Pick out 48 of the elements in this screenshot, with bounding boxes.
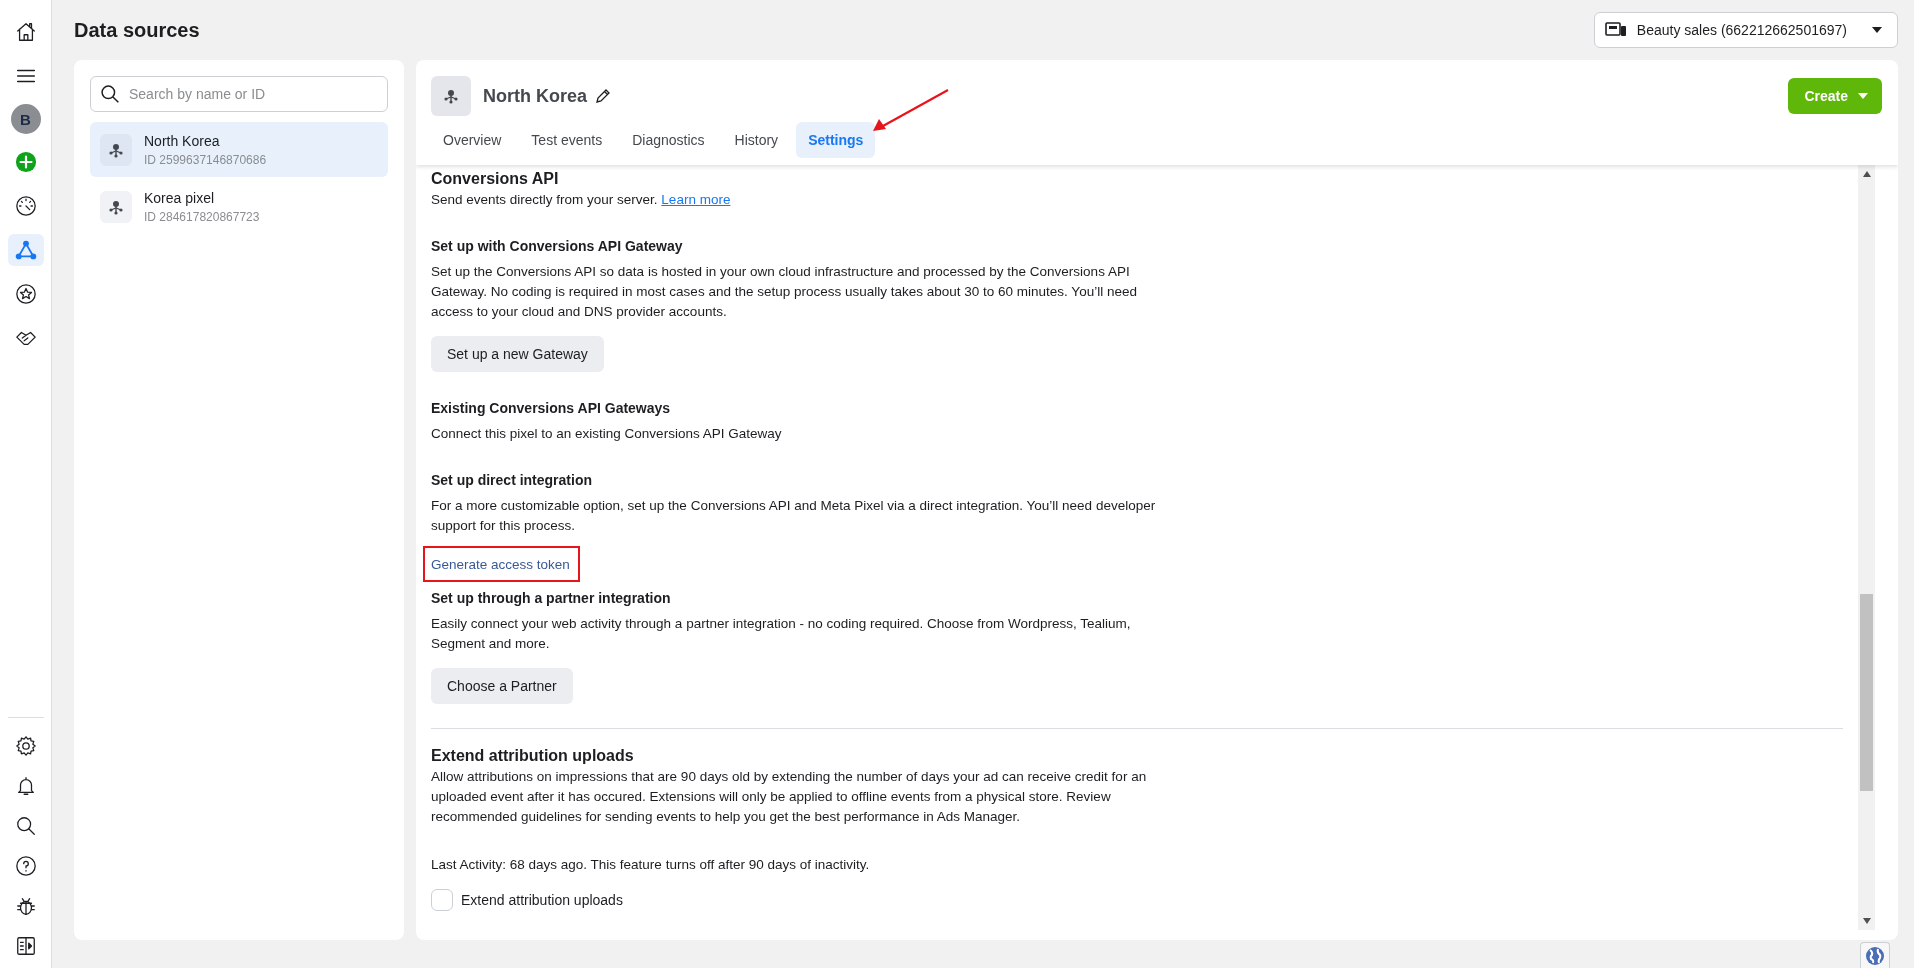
pixel-icon	[100, 190, 132, 223]
scroll-up-icon[interactable]	[1862, 171, 1871, 177]
account-selector[interactable]: Beauty sales (662212662501697)	[1593, 12, 1898, 48]
section-heading: Existing Conversions API Gateways	[431, 400, 672, 416]
source-item[interactable]: Korea pixel ID 284617820867723	[90, 179, 388, 234]
globe-icon[interactable]	[1860, 942, 1890, 968]
action-button[interactable]: Set up a new Gateway	[431, 336, 604, 372]
checkbox[interactable]	[431, 889, 453, 911]
action-button[interactable]: Choose a Partner	[431, 668, 573, 704]
source-name: Korea pixel	[144, 189, 216, 206]
page-title: Data sources	[74, 18, 200, 42]
section-title: Conversions API	[431, 170, 560, 188]
section-text: Allow attributions on impressions that are 90 days old by extending the number of days your ad can receive credit for an uploaded event after it has occured. Extensions will only be applied to offline events from a physical store. Review recommended guidelines for sending events to help you get the best performance in Ads Manager.	[431, 768, 1148, 826]
scrollbar[interactable]	[1858, 165, 1875, 930]
source-id: ID 2599637146870686	[144, 152, 267, 167]
scroll-down-icon[interactable]	[1862, 918, 1871, 924]
section-heading: Set up direct integration	[431, 472, 593, 488]
search-field[interactable]: Search by name or ID	[90, 76, 388, 112]
source-id: ID 284617820867723	[144, 209, 260, 224]
avatar[interactable]: B	[10, 104, 41, 134]
storefront-icon	[1604, 22, 1627, 38]
section-text: Send events directly from your server.	[431, 192, 658, 207]
caret-icon	[1871, 26, 1883, 34]
section-heading: Set up with Conversions API Gateway	[431, 238, 684, 254]
section-text: For a more customizable option, set up the Conversions API and Meta Pixel via a direct integration. You’ll need developer support for this process.	[431, 497, 1157, 535]
network-icon[interactable]	[7, 234, 44, 266]
tab[interactable]: History	[722, 122, 791, 158]
tab[interactable]: Diagnostics	[620, 122, 717, 158]
caret-icon	[1858, 93, 1868, 99]
pixel-icon	[100, 133, 132, 166]
source-title: North Korea	[483, 85, 587, 107]
source-item[interactable]: North Korea ID 2599637146870686	[90, 122, 388, 177]
learn-more-link[interactable]: Learn more	[661, 192, 731, 207]
section-title: Extend attribution uploads	[431, 747, 635, 765]
edit-icon[interactable]	[595, 88, 611, 104]
activity-note: Last Activity: 68 days ago. This feature turns off after 90 days of inactivity.	[431, 856, 871, 874]
tab[interactable]: Overview	[431, 122, 514, 158]
section-text: Set up the Conversions API so data is hosted in your own cloud infrastructure and processed by the Conversions API Gateway. No coding is required in most cases and the setup process usually takes about 30 to 60 minutes. You’ll need access to your cloud and DNS provider accounts.	[431, 263, 1138, 321]
checkbox-label: Extend attribution uploads	[461, 892, 623, 908]
scrollbar-thumb[interactable]	[1860, 594, 1873, 791]
pixel-icon	[431, 76, 471, 116]
section-heading: Set up through a partner integration	[431, 590, 672, 606]
source-name: North Korea	[144, 132, 221, 149]
section-text: Connect this pixel to an existing Conversions API Gateway	[431, 425, 783, 443]
tab[interactable]: Test events	[519, 122, 615, 158]
section-text: Easily connect your web activity through a partner integration - no coding required. Choose from Wordpress, Tealium, Segment and more.	[431, 615, 1132, 653]
generate-token-link[interactable]: Generate access token	[431, 557, 570, 572]
tab[interactable]: Settings	[796, 122, 876, 158]
